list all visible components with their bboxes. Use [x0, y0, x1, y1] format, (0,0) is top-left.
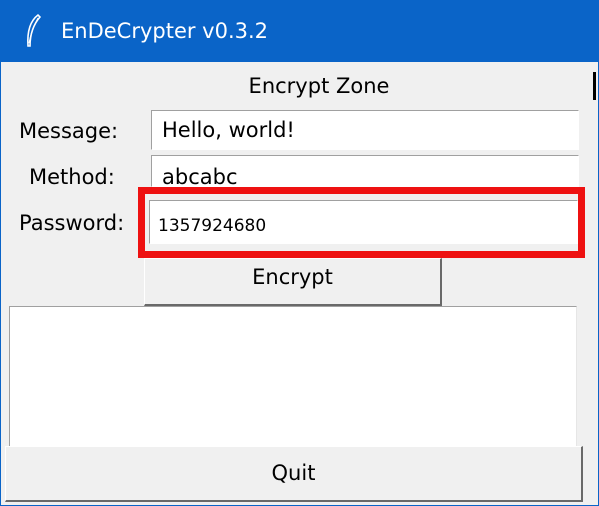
message-label: Message: — [19, 119, 119, 143]
quit-button[interactable]: Quit — [5, 446, 583, 502]
message-field[interactable]: Hello, world! — [151, 110, 579, 150]
message-value: Hello, world! — [162, 118, 295, 142]
title-bar[interactable]: EnDeCrypter v0.3.2 — [1, 0, 598, 62]
method-field[interactable]: abcabc — [151, 155, 579, 187]
method-value: abcabc — [162, 165, 238, 187]
app-window: EnDeCrypter v0.3.2 Encrypt Zone Message:… — [0, 0, 599, 506]
window-title: EnDeCrypter v0.3.2 — [61, 19, 269, 43]
password-label: Password: — [19, 211, 125, 235]
method-label: Method: — [29, 165, 115, 189]
zone-title: Encrypt Zone — [248, 74, 390, 98]
panel-divider — [593, 72, 596, 100]
encrypt-button[interactable]: Encrypt — [144, 258, 442, 306]
highlight-box — [138, 187, 585, 258]
output-textbox[interactable] — [9, 306, 577, 446]
feather-icon — [27, 13, 42, 47]
